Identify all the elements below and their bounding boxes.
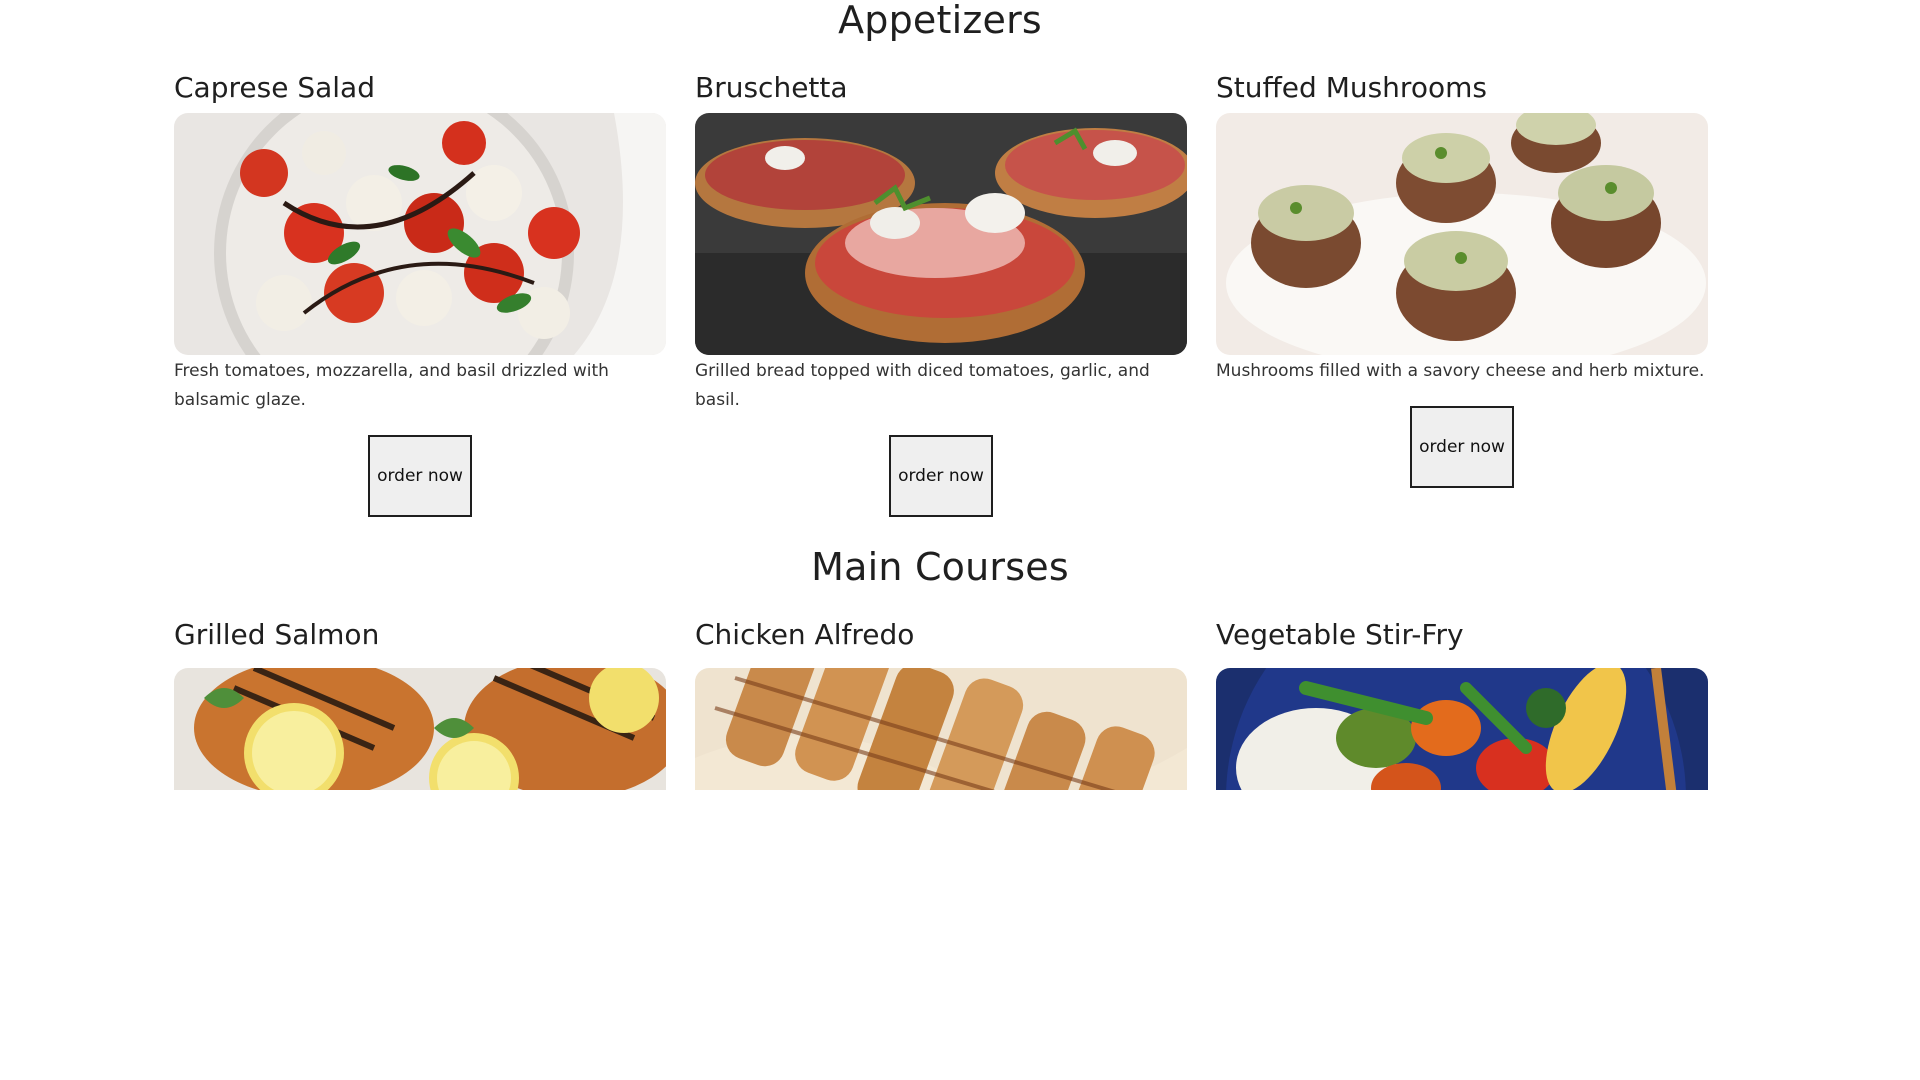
menu-card-grilled-salmon: Grilled Salmon	[174, 615, 666, 655]
chicken-alfredo-image-clip	[695, 668, 1187, 790]
stuffed-mushrooms-illustration	[1216, 113, 1708, 355]
dish-description: Fresh tomatoes, mozzarella, and basil dr…	[174, 361, 609, 410]
caprese-salad-illustration	[174, 113, 666, 355]
grilled-salmon-illustration	[174, 668, 666, 790]
chicken-alfredo-image	[695, 668, 1187, 790]
vegetable-stir-fry-illustration	[1216, 668, 1708, 790]
section-title-main-courses: Main Courses	[811, 545, 1069, 589]
order-now-button[interactable]: order now	[368, 435, 472, 517]
chicken-alfredo-illustration	[695, 668, 1187, 790]
menu-card-stuffed-mushrooms: Stuffed Mushrooms Mushrooms filled with …	[1216, 68, 1708, 488]
stuffed-mushrooms-image	[1216, 113, 1708, 355]
grilled-salmon-image-clip	[174, 668, 666, 790]
caprese-salad-image	[174, 113, 666, 355]
order-now-button[interactable]: order now	[889, 435, 993, 517]
menu-card-bruschetta: Bruschetta Grilled bread topped with dic…	[695, 68, 1187, 517]
dish-title: Stuffed Mushrooms	[1216, 71, 1487, 104]
dish-description: Mushrooms filled with a savory cheese an…	[1216, 361, 1705, 381]
dish-title: Grilled Salmon	[174, 618, 380, 651]
dish-description: Grilled bread topped with diced tomatoes…	[695, 361, 1150, 410]
grilled-salmon-image	[174, 668, 666, 790]
menu-page: Appetizers Caprese Salad Fresh tomatoes,…	[0, 0, 1920, 1080]
bruschetta-illustration	[695, 113, 1187, 355]
vegetable-stir-fry-image-clip	[1216, 668, 1708, 790]
vegetable-stir-fry-image	[1216, 668, 1708, 790]
section-title-appetizers: Appetizers	[838, 0, 1042, 42]
bruschetta-image	[695, 113, 1187, 355]
dish-title: Bruschetta	[695, 71, 848, 104]
menu-card-chicken-alfredo: Chicken Alfredo	[695, 615, 1187, 655]
order-now-button[interactable]: order now	[1410, 406, 1514, 488]
menu-card-vegetable-stir-fry: Vegetable Stir-Fry	[1216, 615, 1708, 655]
dish-title: Caprese Salad	[174, 71, 375, 104]
dish-title: Vegetable Stir-Fry	[1216, 618, 1464, 651]
menu-card-caprese-salad: Caprese Salad Fresh tomatoes, mozzarella…	[174, 68, 666, 517]
dish-title: Chicken Alfredo	[695, 618, 915, 651]
